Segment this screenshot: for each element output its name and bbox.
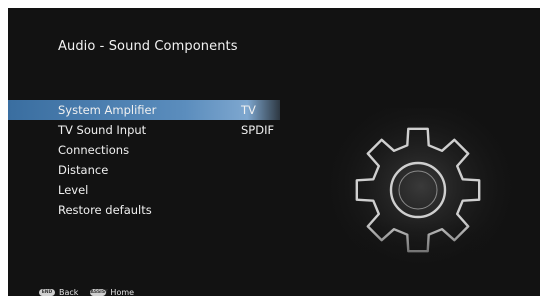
footer-hints: END Back ASSIST Home (39, 286, 146, 296)
menu-item-label: Level (58, 183, 89, 197)
page-title: Audio - Sound Components (58, 39, 238, 54)
menu-item-value: SPDIF (241, 123, 275, 137)
menu-item-tv-sound-input[interactable]: TV Sound Input SPDIF (8, 120, 280, 140)
menu-item-system-amplifier[interactable]: System Amplifier TV (8, 100, 280, 120)
menu-item-restore-defaults[interactable]: Restore defaults (8, 200, 280, 220)
menu-item-label: Distance (58, 163, 109, 177)
menu-item-label: TV Sound Input (58, 123, 147, 137)
menu-item-label: Connections (58, 143, 130, 157)
menu-item-label: System Amplifier (58, 103, 157, 117)
tv-settings-screen: Audio - Sound Components System Amplifie… (8, 8, 540, 296)
gear-icon (328, 108, 514, 282)
menu-item-label: Restore defaults (58, 203, 152, 217)
menu-item-level[interactable]: Level (8, 180, 280, 200)
menu-item-value: TV (241, 103, 256, 117)
assist-key-icon: ASSIST (90, 288, 109, 296)
settings-menu: System Amplifier TV TV Sound Input SPDIF… (8, 100, 280, 220)
end-key-icon: END (39, 288, 55, 296)
back-hint[interactable]: Back (59, 288, 78, 297)
menu-item-connections[interactable]: Connections (8, 140, 280, 160)
home-hint[interactable]: Home (110, 288, 134, 297)
menu-item-distance[interactable]: Distance (8, 160, 280, 180)
